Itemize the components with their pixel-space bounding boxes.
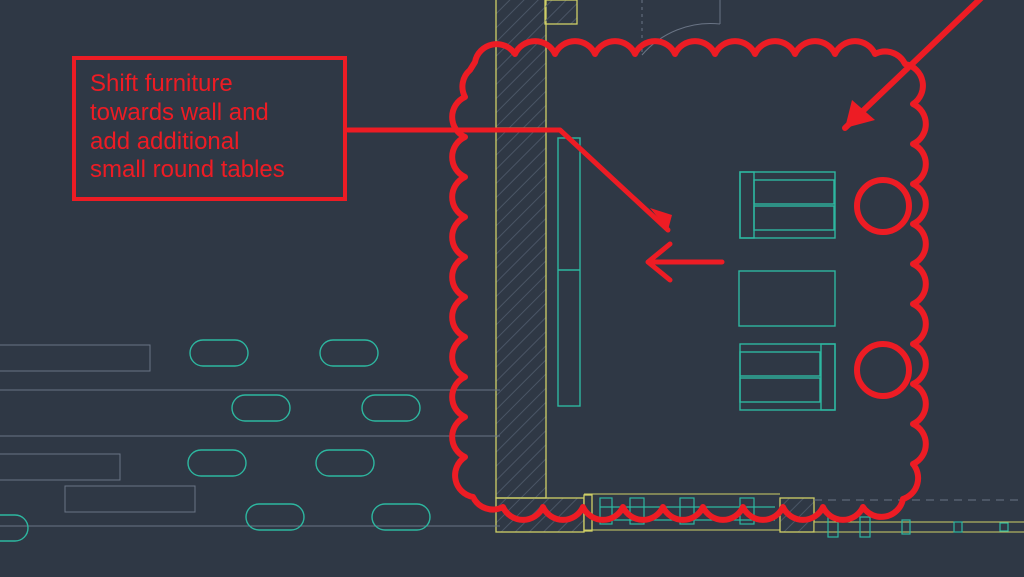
walls: [496, 0, 1024, 532]
sofa-bottom: [740, 344, 835, 410]
coffee-table: [739, 271, 835, 326]
round-table-markup-1: [857, 180, 909, 232]
annotation-note: Shift furniture towards wall and add add…: [72, 56, 347, 201]
sofa-top: [740, 172, 835, 238]
round-table-markup-2: [857, 344, 909, 396]
arrow-left: [648, 244, 722, 280]
annotation-text: Shift furniture towards wall and add add…: [90, 70, 329, 185]
furniture: [558, 138, 835, 410]
markup-layer: [348, 0, 1000, 520]
exterior-left: [0, 345, 500, 526]
